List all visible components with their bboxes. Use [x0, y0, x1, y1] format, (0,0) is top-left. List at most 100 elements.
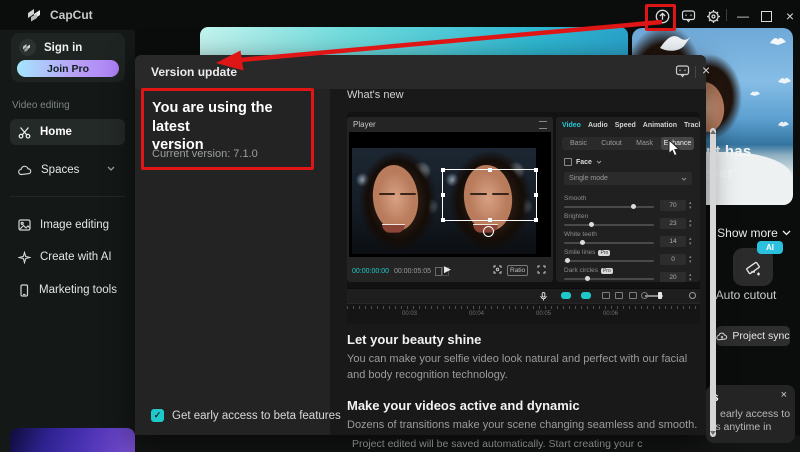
slider-track	[564, 222, 654, 227]
timeline-ruler-image: 00:03 00:04 00:05 00:06	[347, 303, 700, 324]
chevron-down-icon	[107, 166, 115, 171]
ruler-ticks	[347, 306, 700, 309]
slider-label: White teeth	[564, 231, 597, 238]
chevron-down-icon	[596, 160, 602, 164]
cloud-icon	[18, 165, 32, 176]
player-controls: 00:00:00:00 00:00:05:05 ▶ Ratio	[347, 260, 553, 282]
total-time: 00:00:05:05	[394, 267, 431, 275]
slider-label: Dark circles Pro	[564, 267, 613, 274]
signin-button[interactable]: Sign in	[44, 42, 82, 54]
face-option-row: Face	[564, 158, 602, 166]
mic-icon	[540, 292, 547, 301]
zoom-icon	[689, 292, 696, 299]
sidebar-item-spaces[interactable]: Spaces	[10, 157, 125, 183]
audio-icon	[615, 292, 623, 299]
image-icon	[18, 219, 31, 231]
editor-toolbar-image	[347, 288, 700, 303]
slider-value: 0	[660, 254, 686, 265]
fullscreen-icon	[537, 265, 546, 274]
page-icon	[435, 267, 442, 276]
slider-value: 70	[660, 200, 686, 211]
maximize-button[interactable]	[757, 7, 775, 25]
slider-label: Brighten	[564, 213, 589, 220]
subtab-mask: Mask	[636, 140, 653, 147]
tick-label: 00:06	[603, 311, 619, 317]
tab-tracking: Tracking	[684, 122, 700, 129]
scrollbar[interactable]	[710, 128, 716, 437]
close-button[interactable]: ×	[781, 7, 799, 25]
volume-thumb	[658, 292, 662, 299]
dialog-title: Version update	[151, 65, 238, 79]
mode-value: Single mode	[569, 175, 608, 182]
sparkle-icon	[18, 250, 31, 264]
face-clip-left	[352, 148, 441, 254]
minimize-button[interactable]: —	[734, 7, 752, 25]
rotate-handle-icon	[483, 226, 494, 237]
checkbox-checked-icon[interactable]: ✓	[151, 409, 164, 422]
slider-track	[564, 204, 654, 209]
stepper-icons: ▴ ▾	[689, 236, 692, 247]
slider-value: 23	[660, 218, 686, 229]
display-icon	[629, 292, 637, 299]
titlebar: CapCut — ×	[0, 0, 800, 30]
sidebar-item-home[interactable]: Home	[10, 119, 125, 145]
feature-heading: Make your videos active and dynamic	[347, 398, 580, 413]
sidebar-item-label: Image editing	[40, 219, 110, 231]
player-panel-image: Player 00:00:00:00 00:00:05:05 ▶ Ratio	[347, 117, 553, 282]
split-icon	[561, 292, 571, 299]
tab-audio: Audio	[587, 122, 608, 129]
ratio-button: Ratio	[507, 265, 529, 276]
beta-access-row[interactable]: ✓ Get early access to beta features	[151, 409, 341, 422]
project-sync-button[interactable]: Project sync	[716, 326, 790, 346]
bird-icon	[770, 36, 786, 45]
show-more-button[interactable]: Show more	[712, 226, 796, 240]
promo-banner-teal[interactable]	[200, 27, 628, 57]
sidebar-item-marketing-tools[interactable]: Marketing tools	[10, 277, 125, 303]
chevron-down-icon	[681, 177, 687, 181]
sidebar-item-create-with-ai[interactable]: Create with AI	[10, 244, 125, 270]
bird-icon	[750, 90, 760, 96]
signin-card: Sign in Join Pro	[11, 33, 125, 82]
feedback-icon[interactable]	[679, 7, 697, 25]
current-time: 00:00:00:00	[352, 267, 389, 275]
scroll-down-arrow[interactable]	[710, 431, 716, 435]
stepper-icons: ▴ ▾	[689, 218, 692, 229]
avatar[interactable]	[19, 39, 36, 56]
scroll-up-arrow[interactable]	[710, 130, 716, 134]
app-title: CapCut	[50, 8, 93, 22]
settings-icon[interactable]	[704, 7, 722, 25]
stepper-icons: ▴ ▾	[689, 200, 692, 211]
slider-value: 14	[660, 236, 686, 247]
sidebar-item-label: Create with AI	[40, 251, 112, 263]
focus-icon	[493, 265, 502, 274]
feature-body: You can make your selfie video look natu…	[347, 353, 688, 381]
menu-icon	[539, 121, 547, 129]
toast-text: is anytime in	[713, 421, 772, 433]
sidebar-item-label: Spaces	[41, 164, 80, 176]
beta-access-label: Get early access to beta features	[172, 409, 341, 422]
subtab-basic: Basic	[569, 140, 588, 147]
capcut-logo-icon	[28, 8, 44, 22]
slider-value: 20	[660, 272, 686, 282]
feedback-icon[interactable]	[675, 64, 690, 78]
whats-new-screenshot: Player 00:00:00:00 00:00:05:05 ▶ Ratio V…	[347, 112, 700, 324]
pro-badge: Pro	[600, 267, 613, 274]
sidebar-item-image-editing[interactable]: Image editing	[10, 212, 125, 238]
template-thumbnail[interactable]	[10, 428, 135, 452]
mouse-cursor-icon	[668, 140, 681, 157]
join-pro-button[interactable]: Join Pro	[17, 60, 119, 77]
eraser-icon	[743, 257, 763, 277]
toast-close-icon[interactable]: ×	[781, 389, 787, 401]
cloud-sync-icon	[716, 332, 728, 341]
sidebar: Sign in Join Pro Video editing Home Spac…	[0, 30, 135, 452]
slider-label: Smile lines Pro	[564, 249, 611, 256]
capcut-logo: CapCut	[28, 8, 93, 22]
dialog-close-icon[interactable]: ×	[702, 62, 710, 78]
link-icon	[602, 292, 610, 299]
annotation-box-update-icon	[645, 4, 676, 31]
titlebar-divider	[726, 9, 727, 21]
tab-animation: Animation	[642, 122, 678, 129]
sidebar-item-label: Marketing tools	[39, 284, 117, 296]
chevron-down-icon	[782, 230, 791, 236]
stepper-icons: ▴ ▾	[689, 272, 692, 283]
